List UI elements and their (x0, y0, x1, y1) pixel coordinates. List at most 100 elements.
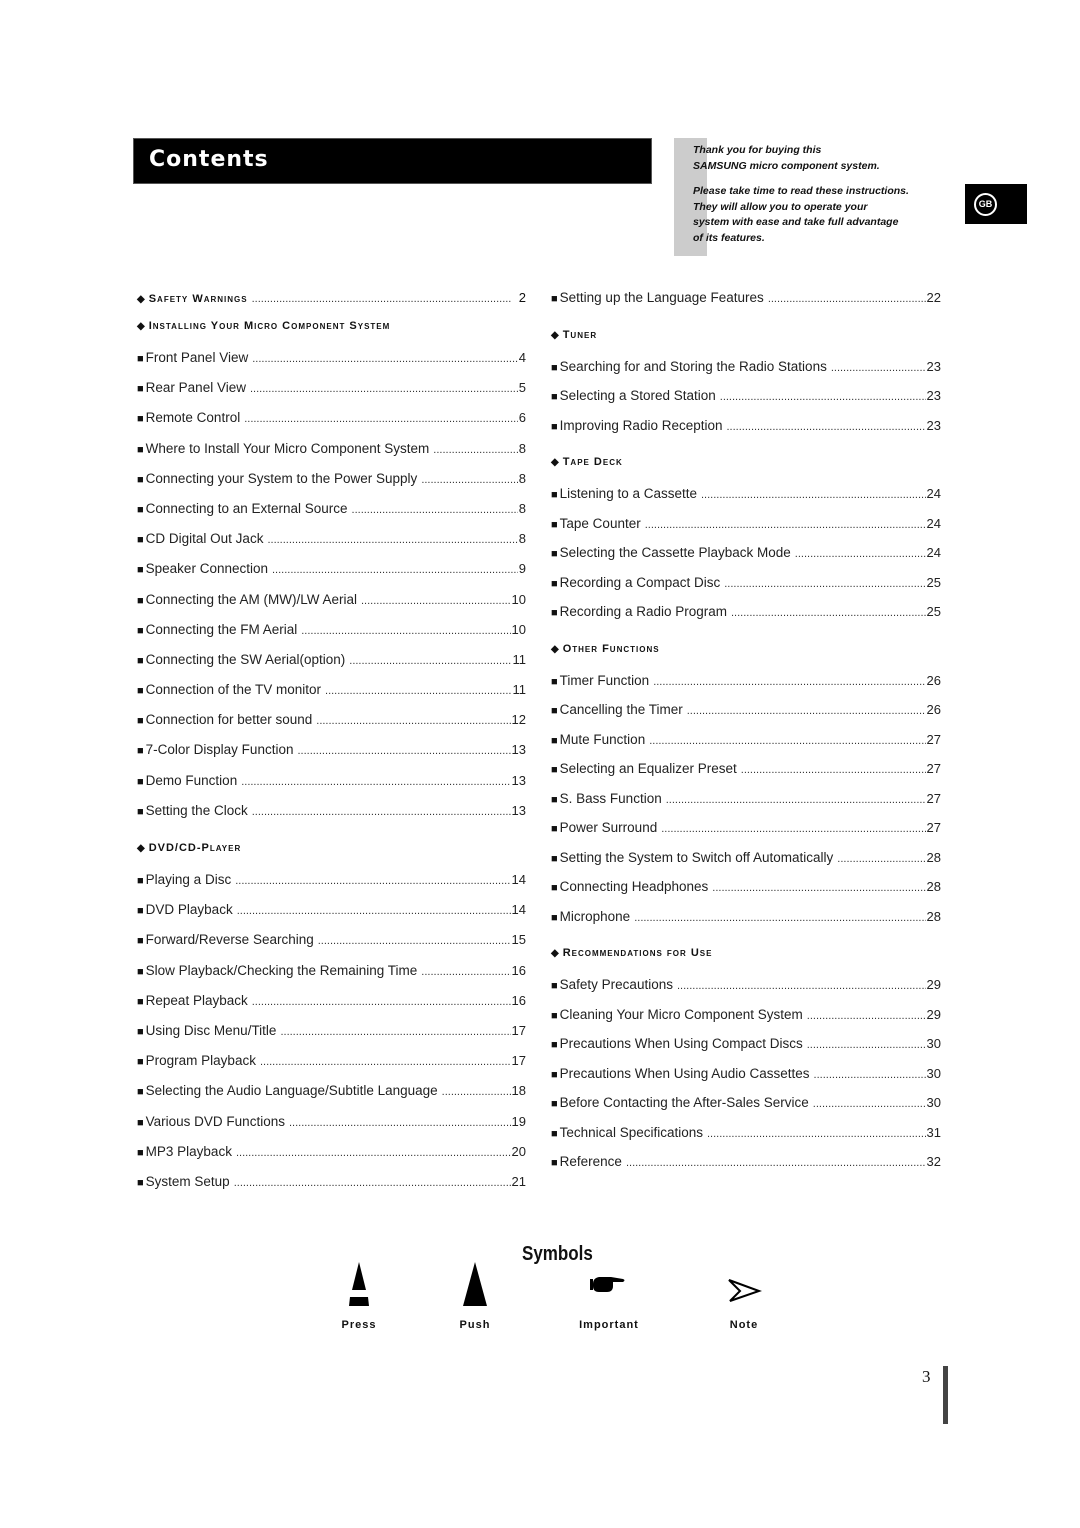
dot-leader (720, 391, 926, 403)
entry-label: Connecting the FM Aerial (145, 621, 298, 637)
toc-entry[interactable]: ■DVD Playback 14 (137, 902, 526, 932)
entry-label: Microphone (559, 908, 631, 924)
toc-entry[interactable]: ■Cleaning Your Micro Component System 29 (551, 1007, 941, 1037)
page-ref: 13 (511, 742, 526, 758)
square-bullet-icon: ■ (137, 685, 144, 698)
page-ref: 2 (518, 290, 526, 305)
page-ref: 20 (511, 1143, 526, 1159)
toc-entry[interactable]: ■ Selecting the Audio Language/Subtitle L… (137, 1083, 526, 1113)
dot-leader (325, 685, 511, 697)
toc-entry[interactable]: ■Recording a Compact Disc 25 (551, 575, 941, 605)
toc-entry[interactable]: ■Precautions When Using Compact Discs 30 (551, 1036, 941, 1066)
toc-left-column: ◆ Safety Warnings........................… (137, 290, 526, 1204)
toc-entry[interactable]: ■ Slow Playback/Checking the Remaining Ti… (137, 963, 526, 993)
toc-entry[interactable]: ■ Setting the System to Switch off Automa… (551, 850, 941, 880)
entry-label: Front Panel View (145, 350, 249, 365)
dot-leader (260, 1056, 511, 1068)
toc-entry[interactable]: ■Reference 32 (551, 1154, 941, 1184)
toc-entry[interactable]: ■Connecting the FM Aerial 10 (137, 622, 526, 652)
diamond-bullet-icon: ◆ (137, 294, 146, 305)
page-ref: 23 (926, 358, 941, 374)
page-ref: 4 (518, 350, 526, 365)
toc-entry[interactable]: ■Demo Function 13 (137, 773, 526, 803)
square-bullet-icon: ■ (551, 675, 558, 688)
page-ref: 26 (926, 672, 941, 688)
toc-entry[interactable]: ■MP3 Playback 20 (137, 1144, 526, 1174)
toc-entry[interactable]: ■Selecting the Cassette Playback Mode 24 (551, 545, 941, 575)
toc-entry[interactable]: ■Connecting to an External Source 8 (137, 501, 526, 531)
toc-entry[interactable]: ■Connection of the TV monitor 11 (137, 682, 526, 712)
toc-entry[interactable]: ■Mute Function 27 (551, 732, 941, 762)
toc-entry[interactable]: ■Precautions When Using Audio Cassettes 3… (551, 1066, 941, 1096)
square-bullet-icon: ■ (137, 935, 144, 948)
dot-leader (316, 715, 510, 727)
toc-entry[interactable]: ■Cancelling the Timer 26 (551, 702, 941, 732)
toc-entry[interactable]: ■ Where to Install Your Micro Component S… (137, 441, 526, 471)
toc-entry[interactable]: ■ Searching for and Storing the Radio Sta… (551, 359, 941, 389)
page-ref: 16 (511, 962, 526, 978)
dot-leader (626, 1157, 926, 1169)
toc-entry[interactable]: ■Playing a Disc 14 (137, 872, 526, 902)
toc-entry[interactable]: ■Remote Control 6 (137, 410, 526, 440)
toc-entry[interactable]: ■Setting up the Language Features 22 (551, 290, 941, 320)
entry-label: Connecting Headphones (559, 879, 709, 894)
dot-leader (272, 564, 518, 576)
toc-entry[interactable]: ■S. Bass Function 27 (551, 791, 941, 821)
toc-entry[interactable]: ■Repeat Playback 16 (137, 993, 526, 1023)
dot-leader (727, 421, 926, 433)
toc-entry[interactable]: ■Connection for better sound 12 (137, 712, 526, 742)
page-ref: 16 (511, 992, 526, 1008)
toc-entry[interactable]: ■CD Digital Out Jack 8 (137, 531, 526, 561)
square-bullet-icon: ■ (137, 1025, 144, 1038)
toc-entry[interactable]: ■Various DVD Functions 19 (137, 1114, 526, 1144)
page-ref: 11 (512, 682, 527, 698)
toc-entry[interactable]: ■Selecting a Stored Station 23 (551, 388, 941, 418)
square-bullet-icon: ■ (137, 805, 144, 818)
toc-entry[interactable]: ■Timer Function 26 (551, 673, 941, 703)
dot-leader (250, 383, 518, 395)
page-ref: 30 (926, 1095, 941, 1110)
diamond-bullet-icon: ◆ (551, 457, 560, 468)
dot-leader (813, 1098, 926, 1110)
dot-leader (252, 806, 511, 818)
toc-entry[interactable]: ■Selecting an Equalizer Preset 27 (551, 761, 941, 791)
toc-entry[interactable]: ■Forward/Reverse Searching 15 (137, 932, 526, 962)
toc-entry[interactable]: ■Program Playback 17 (137, 1053, 526, 1083)
toc-entry[interactable]: ■Tape Counter 24 (551, 516, 941, 546)
page-ref: 5 (518, 380, 526, 396)
toc-entry[interactable]: ■Rear Panel View 5 (137, 380, 526, 410)
toc-entry[interactable]: ■ Connecting your System to the Power Sup… (137, 471, 526, 501)
entry-label: Connecting to an External Source (145, 500, 348, 516)
toc-entry[interactable]: ■Power Surround 27 (551, 820, 941, 850)
toc-entry[interactable]: ■Improving Radio Reception 23 (551, 418, 941, 448)
page-ref: 23 (926, 388, 941, 403)
toc-entry[interactable]: ■Safety Precautions 29 (551, 977, 941, 1007)
language-badge: GB (965, 184, 1027, 224)
entry-label: Safety Precautions (559, 977, 673, 992)
toc-entry[interactable]: ■Microphone 28 (551, 909, 941, 939)
page-ref: 24 (926, 486, 941, 501)
toc-entry[interactable]: ■ Before Contacting the After-Sales Servi… (551, 1095, 941, 1125)
dot-leader (768, 293, 926, 305)
toc-entry[interactable]: ■Connecting the AM (MW)/LW Aerial 10 (137, 592, 526, 622)
intro-line: system with ease and take full advantage (693, 216, 899, 228)
square-bullet-icon: ■ (137, 654, 144, 667)
toc-entry[interactable]: ■Speaker Connection 9 (137, 561, 526, 591)
toc-entry[interactable]: ■Recording a Radio Program 25 (551, 604, 941, 634)
toc-entry[interactable]: ■Connecting the SW Aerial(option) 11 (137, 652, 526, 682)
square-bullet-icon: ■ (137, 775, 144, 788)
toc-entry[interactable]: ■Using Disc Menu/Title 17 (137, 1023, 526, 1053)
square-bullet-icon: ■ (551, 293, 558, 305)
toc-entry[interactable]: ■System Setup 21 (137, 1174, 526, 1204)
toc-entry[interactable]: ■Front Panel View 4 (137, 350, 526, 380)
square-bullet-icon: ■ (551, 518, 558, 531)
page-ref: 29 (926, 1006, 941, 1022)
toc-entry[interactable]: ■Connecting Headphones 28 (551, 879, 941, 909)
toc-entry[interactable]: ■Technical Specifications 31 (551, 1125, 941, 1155)
toc-entry[interactable]: ■Listening to a Cassette 24 (551, 486, 941, 516)
page-ref: 13 (511, 802, 526, 818)
toc-entry[interactable]: ■Setting the Clock 13 (137, 803, 526, 833)
toc-entry[interactable]: ■7-Color Display Function 13 (137, 742, 526, 772)
symbol-press: Press (330, 1262, 388, 1331)
square-bullet-icon: ■ (137, 383, 144, 396)
